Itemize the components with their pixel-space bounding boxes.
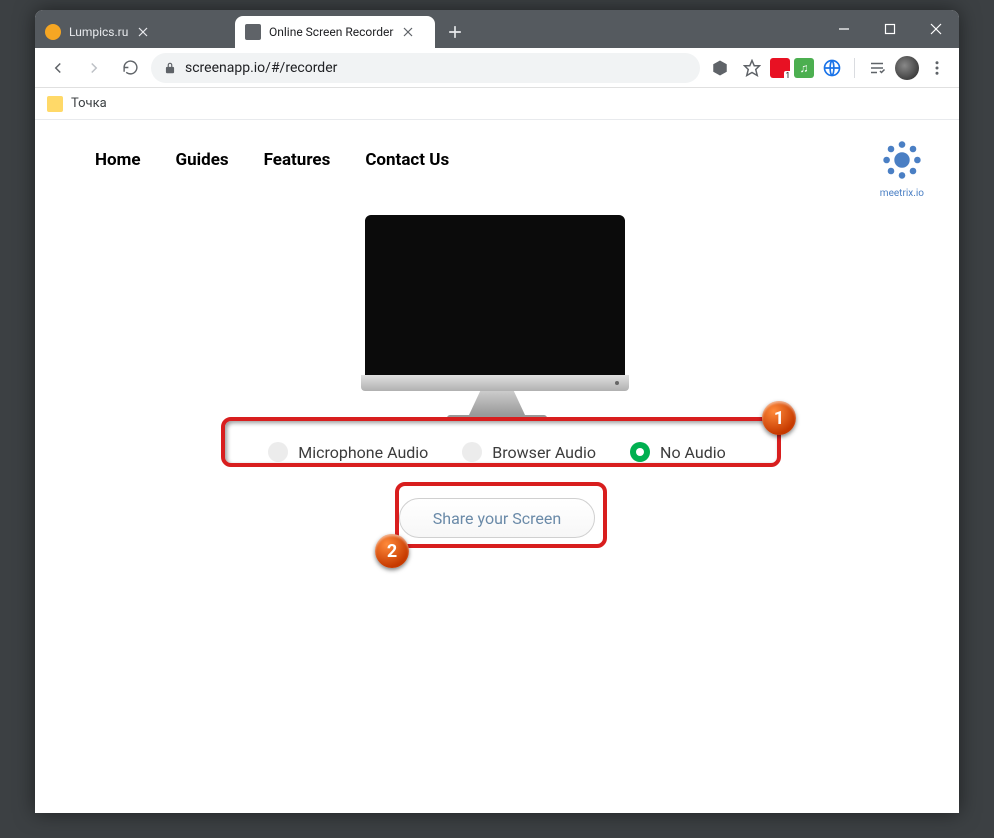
back-button[interactable] [43, 53, 73, 83]
minimize-button[interactable] [821, 10, 867, 48]
page-content: Home Guides Features Contact Us meetrix.… [35, 120, 959, 813]
close-icon[interactable] [136, 25, 150, 39]
new-tab-button[interactable] [441, 18, 469, 46]
nav-home[interactable]: Home [95, 150, 141, 170]
translate-icon[interactable] [706, 54, 734, 82]
forward-button[interactable] [79, 53, 109, 83]
reading-list-icon[interactable] [863, 54, 891, 82]
titlebar: Lumpics.ru Online Screen Recorder [35, 10, 959, 48]
radio-mic-audio[interactable]: Microphone Audio [268, 442, 428, 462]
address-bar: screenapp.io/#/recorder 1 ♫ [35, 48, 959, 88]
divider [854, 58, 855, 78]
profile-avatar[interactable] [895, 56, 919, 80]
tab-lumpics[interactable]: Lumpics.ru [35, 16, 235, 48]
menu-icon[interactable] [923, 54, 951, 82]
maximize-button[interactable] [867, 10, 913, 48]
annotation-marker-1: 1 [762, 401, 796, 435]
radio-no-audio[interactable]: No Audio [630, 442, 726, 462]
star-icon[interactable] [738, 54, 766, 82]
url-text: screenapp.io/#/recorder [185, 60, 337, 76]
site-logo[interactable]: meetrix.io [880, 138, 924, 199]
tab-screenapp[interactable]: Online Screen Recorder [235, 16, 435, 48]
radio-label: Browser Audio [492, 443, 596, 462]
close-window-button[interactable] [913, 10, 959, 48]
nav-contact[interactable]: Contact Us [365, 150, 449, 170]
tab-title: Lumpics.ru [69, 25, 128, 39]
radio-label: No Audio [660, 443, 726, 462]
tab-title: Online Screen Recorder [269, 25, 393, 39]
button-label: Share your Screen [433, 509, 561, 528]
close-icon[interactable] [401, 25, 415, 39]
bookmark-item[interactable]: Точка [71, 96, 107, 111]
window-controls [821, 10, 959, 48]
favicon-lumpics [45, 24, 61, 40]
extension-globe-icon[interactable] [818, 54, 846, 82]
annotation-marker-2: 2 [375, 534, 409, 568]
radio-icon [268, 442, 288, 462]
nav-guides[interactable]: Guides [176, 150, 229, 170]
folder-icon [47, 96, 63, 112]
audio-options: Microphone Audio Browser Audio No Audio [227, 430, 767, 474]
nav-features[interactable]: Features [264, 150, 331, 170]
radio-icon [630, 442, 650, 462]
share-screen-button[interactable]: Share your Screen [399, 498, 595, 538]
extension-opera-icon[interactable]: 1 [770, 58, 790, 78]
bookmarks-bar: Точка [35, 88, 959, 120]
radio-label: Microphone Audio [298, 443, 428, 462]
extension-music-icon[interactable]: ♫ [794, 58, 814, 78]
radio-icon [462, 442, 482, 462]
browser-window: Lumpics.ru Online Screen Recorder [35, 10, 959, 813]
reload-button[interactable] [115, 53, 145, 83]
monitor-illustration [365, 215, 629, 421]
radio-browser-audio[interactable]: Browser Audio [462, 442, 596, 462]
omnibox[interactable]: screenapp.io/#/recorder [151, 53, 700, 83]
favicon-screenapp [245, 24, 261, 40]
toolbar-icons: 1 ♫ [706, 54, 951, 82]
lock-icon [163, 61, 177, 75]
logo-caption: meetrix.io [880, 188, 924, 199]
site-nav: Home Guides Features Contact Us [95, 150, 449, 170]
